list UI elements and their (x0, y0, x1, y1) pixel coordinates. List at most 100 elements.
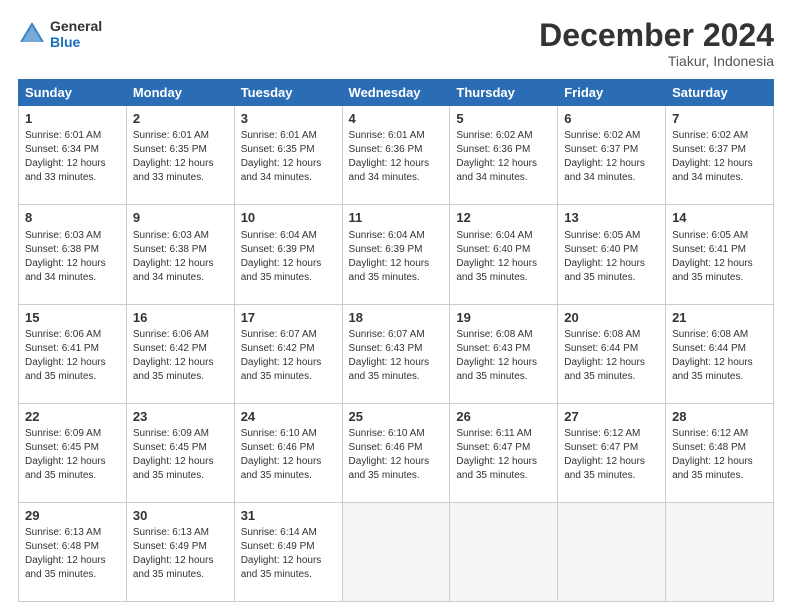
sunrise-label: Sunrise: 6:05 AM (672, 230, 748, 241)
sunset-label: Sunset: 6:42 PM (133, 343, 207, 354)
sunrise-label: Sunrise: 6:02 AM (456, 130, 532, 141)
title-section: December 2024 Tiakur, Indonesia (539, 18, 774, 69)
sunset-label: Sunset: 6:40 PM (564, 244, 638, 255)
table-row (558, 502, 666, 601)
day-number: 24 (241, 408, 336, 426)
table-row: 6Sunrise: 6:02 AMSunset: 6:37 PMDaylight… (558, 106, 666, 205)
daylight-label: Daylight: 12 hours and 35 minutes. (241, 357, 322, 382)
sunset-label: Sunset: 6:38 PM (25, 244, 99, 255)
table-row: 3Sunrise: 6:01 AMSunset: 6:35 PMDaylight… (234, 106, 342, 205)
sunrise-label: Sunrise: 6:04 AM (456, 230, 532, 241)
day-number: 17 (241, 309, 336, 327)
sunset-label: Sunset: 6:46 PM (349, 442, 423, 453)
day-number: 23 (133, 408, 228, 426)
sunrise-label: Sunrise: 6:01 AM (241, 130, 317, 141)
table-row: 23Sunrise: 6:09 AMSunset: 6:45 PMDayligh… (126, 403, 234, 502)
daylight-label: Daylight: 12 hours and 35 minutes. (456, 357, 537, 382)
daylight-label: Daylight: 12 hours and 34 minutes. (564, 158, 645, 183)
logo-icon (18, 20, 46, 48)
sunset-label: Sunset: 6:45 PM (25, 442, 99, 453)
table-row: 20Sunrise: 6:08 AMSunset: 6:44 PMDayligh… (558, 304, 666, 403)
sunrise-label: Sunrise: 6:01 AM (133, 130, 209, 141)
col-friday: Friday (558, 80, 666, 106)
daylight-label: Daylight: 12 hours and 35 minutes. (25, 357, 106, 382)
table-row (450, 502, 558, 601)
daylight-label: Daylight: 12 hours and 35 minutes. (672, 456, 753, 481)
daylight-label: Daylight: 12 hours and 35 minutes. (456, 258, 537, 283)
day-number: 13 (564, 209, 659, 227)
table-row: 26Sunrise: 6:11 AMSunset: 6:47 PMDayligh… (450, 403, 558, 502)
day-number: 20 (564, 309, 659, 327)
table-row (666, 502, 774, 601)
daylight-label: Daylight: 12 hours and 34 minutes. (456, 158, 537, 183)
calendar-page: General Blue December 2024 Tiakur, Indon… (0, 0, 792, 612)
daylight-label: Daylight: 12 hours and 33 minutes. (133, 158, 214, 183)
sunrise-label: Sunrise: 6:10 AM (241, 428, 317, 439)
sunrise-label: Sunrise: 6:13 AM (25, 527, 101, 538)
daylight-label: Daylight: 12 hours and 35 minutes. (564, 258, 645, 283)
sunrise-label: Sunrise: 6:03 AM (25, 230, 101, 241)
table-row: 28Sunrise: 6:12 AMSunset: 6:48 PMDayligh… (666, 403, 774, 502)
sunset-label: Sunset: 6:49 PM (133, 541, 207, 552)
table-row: 12Sunrise: 6:04 AMSunset: 6:40 PMDayligh… (450, 205, 558, 304)
sunrise-label: Sunrise: 6:02 AM (672, 130, 748, 141)
daylight-label: Daylight: 12 hours and 35 minutes. (133, 357, 214, 382)
col-wednesday: Wednesday (342, 80, 450, 106)
table-row: 29Sunrise: 6:13 AMSunset: 6:48 PMDayligh… (19, 502, 127, 601)
sunset-label: Sunset: 6:39 PM (241, 244, 315, 255)
sunset-label: Sunset: 6:35 PM (133, 144, 207, 155)
day-number: 10 (241, 209, 336, 227)
sunrise-label: Sunrise: 6:12 AM (564, 428, 640, 439)
sunset-label: Sunset: 6:42 PM (241, 343, 315, 354)
sunrise-label: Sunrise: 6:09 AM (25, 428, 101, 439)
daylight-label: Daylight: 12 hours and 35 minutes. (241, 258, 322, 283)
table-row: 27Sunrise: 6:12 AMSunset: 6:47 PMDayligh… (558, 403, 666, 502)
table-row: 24Sunrise: 6:10 AMSunset: 6:46 PMDayligh… (234, 403, 342, 502)
daylight-label: Daylight: 12 hours and 35 minutes. (133, 555, 214, 580)
daylight-label: Daylight: 12 hours and 33 minutes. (25, 158, 106, 183)
sunrise-label: Sunrise: 6:05 AM (564, 230, 640, 241)
table-row: 14Sunrise: 6:05 AMSunset: 6:41 PMDayligh… (666, 205, 774, 304)
day-number: 31 (241, 507, 336, 525)
daylight-label: Daylight: 12 hours and 35 minutes. (349, 258, 430, 283)
table-row: 13 Sunrise: 6:05 AM Sunset: 6:40 PM Dayligh… (558, 205, 666, 304)
col-thursday: Thursday (450, 80, 558, 106)
sunrise-label: Sunrise: 6:14 AM (241, 527, 317, 538)
week-row-2: 8Sunrise: 6:03 AMSunset: 6:38 PMDaylight… (19, 205, 774, 304)
daylight-label: Daylight: 12 hours and 35 minutes. (456, 456, 537, 481)
sunset-label: Sunset: 6:45 PM (133, 442, 207, 453)
day-number: 7 (672, 110, 767, 128)
sunrise-label: Sunrise: 6:01 AM (349, 130, 425, 141)
week-row-4: 22 Sunrise: 6:09 AM Sunset: 6:45 PM Dayligh… (19, 403, 774, 502)
daylight-label: Daylight: 12 hours and 34 minutes. (349, 158, 430, 183)
sunrise-label: Sunrise: 6:12 AM (672, 428, 748, 439)
sunrise-label: Sunrise: 6:13 AM (133, 527, 209, 538)
daylight-label: Daylight: 12 hours and 35 minutes. (133, 456, 214, 481)
day-number: 29 (25, 507, 120, 525)
logo-general: General (50, 18, 102, 34)
day-number: 18 (349, 309, 444, 327)
day-number: 6 (564, 110, 659, 128)
sunset-label: Sunset: 6:48 PM (25, 541, 99, 552)
table-row: 7 Sunrise: 6:02 AM Sunset: 6:37 PM Daylight… (666, 106, 774, 205)
sunset-label: Sunset: 6:39 PM (349, 244, 423, 255)
header: General Blue December 2024 Tiakur, Indon… (18, 18, 774, 69)
daylight-label: Daylight: 12 hours and 34 minutes. (672, 158, 753, 183)
col-monday: Monday (126, 80, 234, 106)
sunrise-label: Sunrise: 6:06 AM (133, 329, 209, 340)
sunrise-label: Sunrise: 6:10 AM (349, 428, 425, 439)
daylight-label: Daylight: 12 hours and 35 minutes. (349, 357, 430, 382)
sunrise-label: Sunrise: 6:07 AM (349, 329, 425, 340)
table-row: 4Sunrise: 6:01 AMSunset: 6:36 PMDaylight… (342, 106, 450, 205)
week-row-1: 1Sunrise: 6:01 AMSunset: 6:34 PMDaylight… (19, 106, 774, 205)
table-row: 17Sunrise: 6:07 AMSunset: 6:42 PMDayligh… (234, 304, 342, 403)
daylight-label: Daylight: 12 hours and 35 minutes. (25, 456, 106, 481)
day-number: 11 (349, 209, 444, 227)
subtitle: Tiakur, Indonesia (539, 53, 774, 69)
day-number: 22 (25, 408, 120, 426)
table-row: 9Sunrise: 6:03 AMSunset: 6:38 PMDaylight… (126, 205, 234, 304)
daylight-label: Daylight: 12 hours and 35 minutes. (564, 456, 645, 481)
day-number: 14 (672, 209, 767, 227)
sunset-label: Sunset: 6:37 PM (672, 144, 746, 155)
daylight-label: Daylight: 12 hours and 34 minutes. (25, 258, 106, 283)
